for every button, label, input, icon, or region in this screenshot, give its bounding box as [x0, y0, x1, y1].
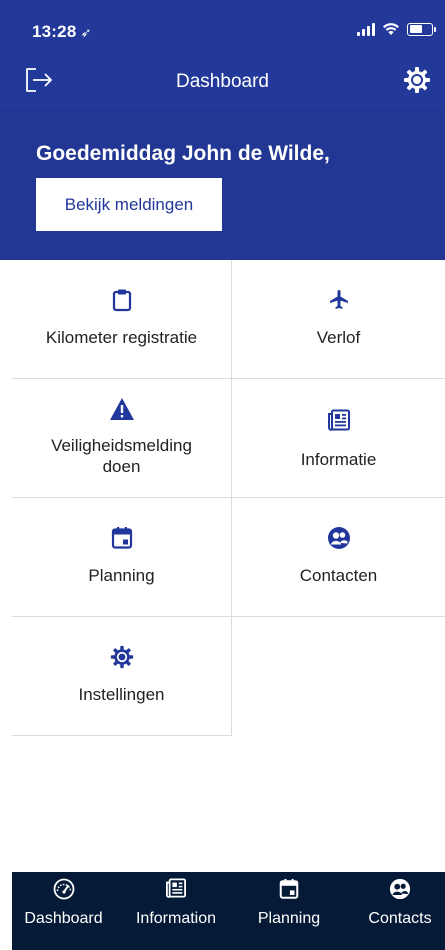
gear-icon[interactable]: [403, 66, 431, 94]
tab-contacts[interactable]: Contacts: [355, 872, 445, 950]
tile-label: Instellingen: [78, 685, 165, 704]
battery-icon: [407, 22, 436, 36]
tile-contacten[interactable]: Contacten: [232, 498, 445, 617]
status-indicators: [357, 22, 436, 36]
gear-icon: [110, 645, 133, 669]
contacts-icon: [389, 878, 411, 900]
calendar-icon: [111, 527, 132, 549]
tab-label: Planning: [257, 910, 321, 927]
tile-planning[interactable]: Planning: [12, 498, 232, 617]
location-arrow-icon: ➶: [80, 25, 92, 40]
newspaper-icon: [166, 878, 186, 898]
airplane-icon: [329, 290, 348, 309]
tab-label: Dashboard: [24, 910, 103, 927]
view-notifications-button[interactable]: Bekijk meldingen: [36, 178, 222, 231]
greeting-text: Goedemiddag John de Wilde,: [36, 142, 330, 165]
status-bar-time: 13:28 ➶: [32, 22, 92, 42]
tile-label: Informatie: [300, 450, 377, 469]
page-title: Dashboard: [176, 71, 269, 92]
wifi-icon: [383, 23, 399, 35]
calendar-icon: [279, 878, 299, 899]
tab-label: Contacts: [368, 910, 432, 927]
speedometer-icon: [53, 878, 74, 900]
cellular-signal-icon: [357, 22, 375, 36]
tab-label: Information: [135, 910, 217, 927]
tile-label-line1: Veiligheidsmelding: [51, 436, 192, 455]
app-screen: 13:28 ➶ Dashboard Goedemiddag John de Wi…: [0, 0, 445, 950]
tile-verlof[interactable]: Verlof: [232, 260, 445, 379]
header-bar: 13:28 ➶ Dashboard: [0, 0, 445, 108]
tile-label: Planning: [88, 566, 155, 585]
status-time-text: 13:28: [32, 22, 77, 41]
tile-label: Contacten: [299, 566, 378, 585]
tile-label: Verlof: [316, 328, 361, 347]
tile-instellingen[interactable]: Instellingen: [12, 617, 232, 736]
clipboard-icon: [112, 289, 131, 312]
tile-label: Veiligheidsmelding doen: [12, 435, 231, 477]
tab-information[interactable]: Information: [121, 872, 231, 950]
warning-icon: [109, 398, 134, 420]
newspaper-icon: [327, 409, 350, 431]
bottom-tab-bar: Dashboard Information Planning Contacts: [12, 872, 445, 950]
tab-planning[interactable]: Planning: [243, 872, 335, 950]
tile-label-line2: doen: [102, 457, 141, 476]
tile-kilometer-registratie[interactable]: Kilometer registratie: [12, 260, 232, 379]
contacts-icon: [327, 527, 350, 549]
tile-veiligheidsmelding-doen[interactable]: Veiligheidsmelding doen: [12, 379, 232, 498]
tab-dashboard[interactable]: Dashboard: [12, 872, 115, 950]
tile-informatie[interactable]: Informatie: [232, 379, 445, 498]
tile-label: Kilometer registratie: [45, 328, 198, 347]
